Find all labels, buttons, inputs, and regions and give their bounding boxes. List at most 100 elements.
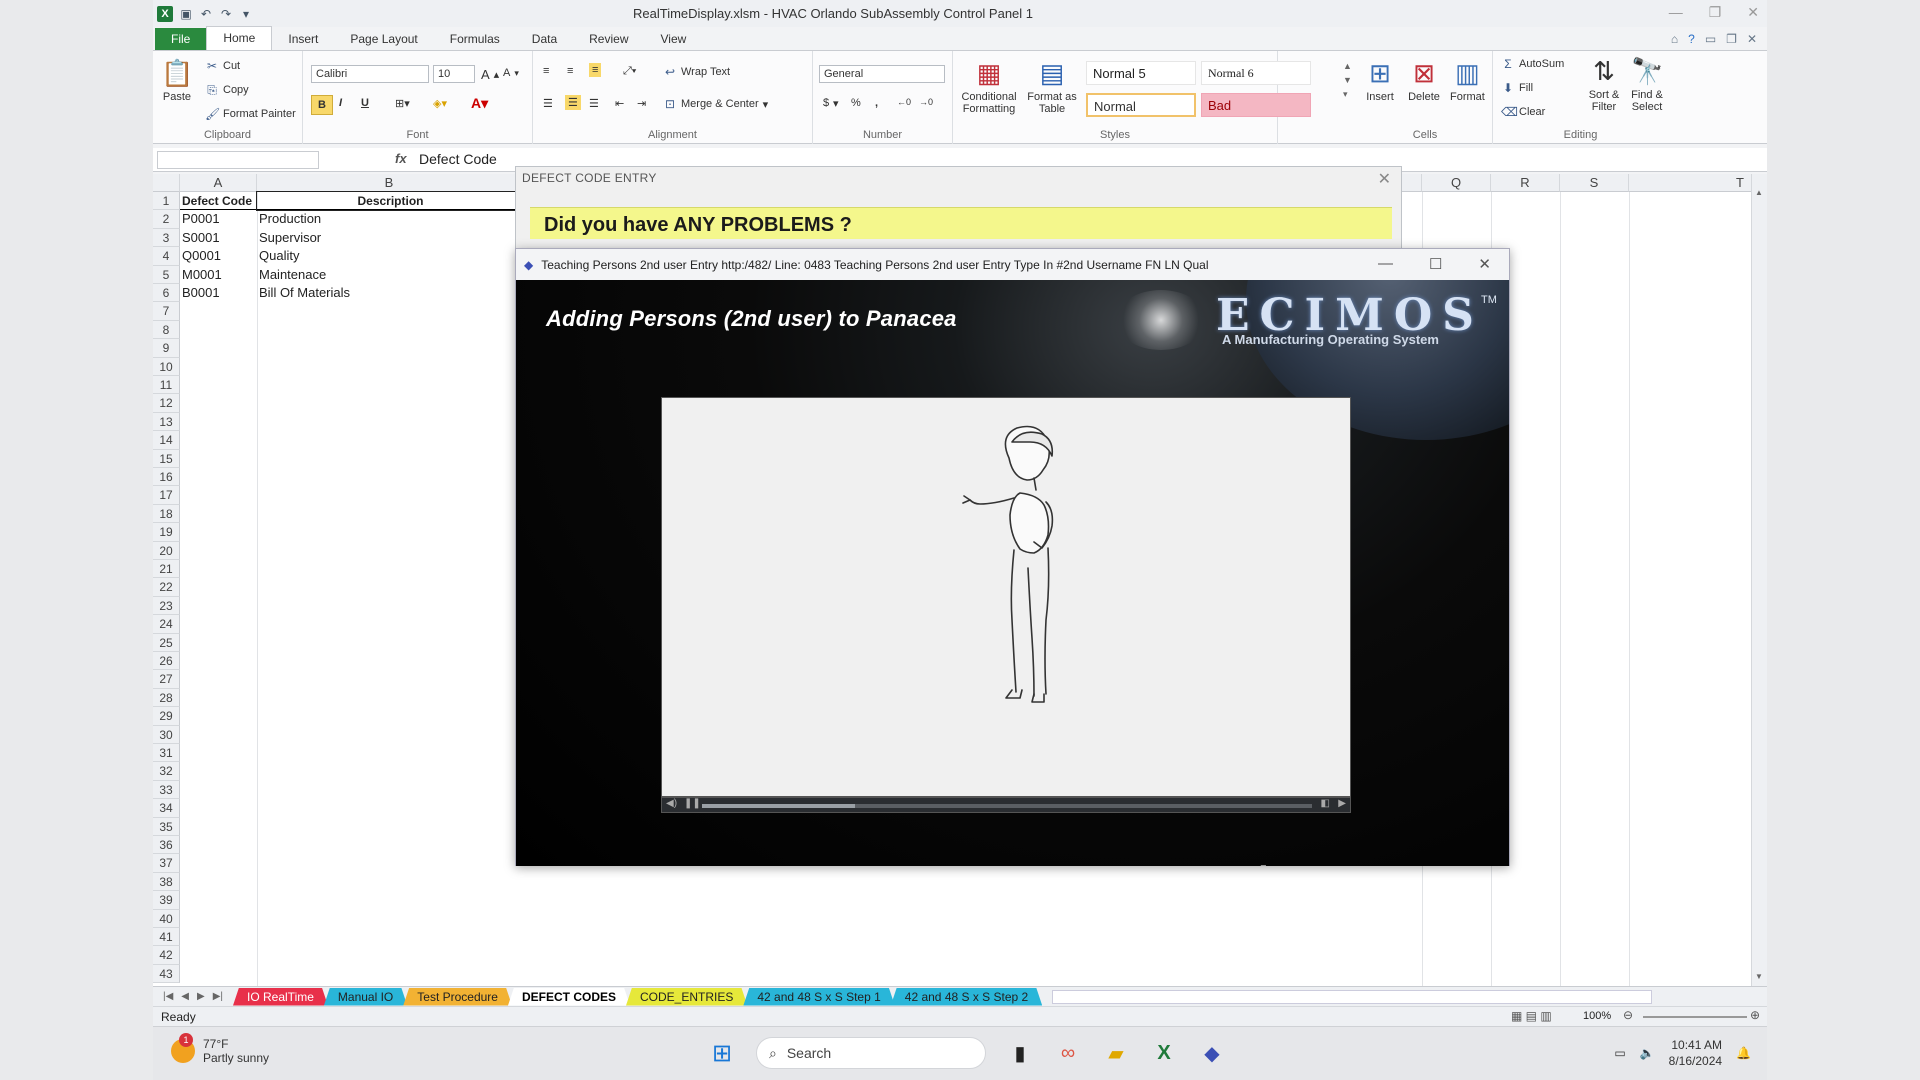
- currency-button[interactable]: $: [823, 97, 829, 109]
- volume-tray-icon[interactable]: 🔈: [1640, 1046, 1655, 1060]
- row-header-21[interactable]: 21: [153, 560, 180, 579]
- sheet-tab-manual-io[interactable]: Manual IO: [324, 988, 407, 1006]
- row-header-41[interactable]: 41: [153, 928, 180, 947]
- fx-icon[interactable]: fx: [395, 151, 407, 166]
- clock[interactable]: 10:41 AM 8/16/2024: [1669, 1037, 1722, 1069]
- row-header-32[interactable]: 32: [153, 762, 180, 781]
- row-header-34[interactable]: 34: [153, 799, 180, 818]
- bold-button[interactable]: B: [311, 95, 333, 115]
- windows-start-icon[interactable]: ⊞: [708, 1039, 736, 1067]
- col-header-t[interactable]: T: [1629, 174, 1753, 192]
- row-header-27[interactable]: 27: [153, 670, 180, 689]
- style-bad[interactable]: Bad: [1201, 93, 1311, 117]
- doc-restore-icon[interactable]: ❐: [1726, 32, 1737, 46]
- sheet-tab-step2[interactable]: 42 and 48 S x S Step 2: [891, 988, 1042, 1006]
- row-header-42[interactable]: 42: [153, 946, 180, 965]
- weather-widget[interactable]: 1 77°F Partly sunny: [171, 1033, 269, 1065]
- row-header-39[interactable]: 39: [153, 891, 180, 910]
- col-header-q[interactable]: Q: [1422, 174, 1491, 192]
- dialog-close-icon[interactable]: ✕: [1378, 169, 1391, 189]
- decrease-decimal-icon[interactable]: →0: [919, 97, 933, 107]
- grow-font-icon[interactable]: A ▴: [481, 67, 499, 82]
- video-close-icon[interactable]: ✕: [1478, 255, 1491, 273]
- sort-filter-button[interactable]: ⇅ Sort & Filter: [1585, 55, 1623, 113]
- view-buttons[interactable]: ▦ ▤ ▥: [1511, 1009, 1552, 1023]
- next-sheet-icon[interactable]: ▶: [197, 991, 205, 1002]
- cell-a4[interactable]: Q0001: [180, 247, 257, 265]
- increase-indent-icon[interactable]: ⇥: [637, 97, 646, 110]
- row-header-13[interactable]: 13: [153, 412, 180, 432]
- row-header-1[interactable]: 1: [153, 192, 180, 211]
- tab-review[interactable]: Review: [573, 28, 644, 50]
- format-cells-button[interactable]: ▥ Format: [1450, 57, 1485, 103]
- redo-icon[interactable]: ↷: [219, 7, 233, 21]
- undo-icon[interactable]: ↶: [199, 7, 213, 21]
- copy-button[interactable]: ⎘ Copy: [205, 83, 249, 97]
- merge-center-button[interactable]: ⊡ Merge & Center ▾: [663, 97, 768, 111]
- tab-page-layout[interactable]: Page Layout: [334, 28, 433, 50]
- prev-sheet-icon[interactable]: ◀: [181, 991, 189, 1002]
- col-header-r[interactable]: R: [1491, 174, 1560, 192]
- cell-a1[interactable]: Defect Code: [180, 192, 257, 210]
- shrink-font-icon[interactable]: A ▾: [503, 67, 519, 79]
- align-right-icon[interactable]: ☰: [589, 97, 599, 110]
- underline-button[interactable]: U: [361, 97, 369, 109]
- network-icon[interactable]: ▭: [1614, 1046, 1625, 1060]
- video-maximize-icon[interactable]: ☐: [1429, 255, 1442, 273]
- font-name-select[interactable]: Calibri: [311, 65, 429, 83]
- row-header-6[interactable]: 6: [153, 284, 180, 303]
- panacea-taskbar-icon[interactable]: ◆: [1198, 1039, 1226, 1067]
- conditional-formatting-button[interactable]: ▦ Conditional Formatting: [957, 57, 1021, 115]
- row-header-4[interactable]: 4: [153, 247, 180, 266]
- zoom-level[interactable]: 100%: [1583, 1010, 1611, 1022]
- tab-data[interactable]: Data: [516, 28, 573, 50]
- font-color-icon[interactable]: A▾: [471, 95, 488, 112]
- row-header-38[interactable]: 38: [153, 872, 180, 892]
- horizontal-scrollbar[interactable]: [1052, 989, 1653, 1004]
- cut-button[interactable]: ✂ Cut: [205, 59, 240, 73]
- orientation-icon[interactable]: ⤢▾: [623, 65, 636, 78]
- style-normal5[interactable]: Normal 5: [1086, 61, 1196, 85]
- row-header-3[interactable]: 3: [153, 228, 180, 248]
- wrap-text-button[interactable]: ↩ Wrap Text: [663, 65, 730, 79]
- row-header-9[interactable]: 9: [153, 339, 180, 358]
- row-header-12[interactable]: 12: [153, 394, 180, 413]
- align-middle-icon[interactable]: ≡: [567, 65, 573, 77]
- row-header-22[interactable]: 22: [153, 578, 180, 597]
- sheet-tab-step1[interactable]: 42 and 48 S x S Step 1: [743, 988, 894, 1006]
- tab-file[interactable]: File: [155, 28, 207, 50]
- tab-insert[interactable]: Insert: [272, 28, 334, 50]
- save-icon[interactable]: ▣: [179, 7, 193, 21]
- row-header-8[interactable]: 8: [153, 320, 180, 340]
- row-header-2[interactable]: 2: [153, 210, 180, 229]
- copilot-icon[interactable]: ∞: [1054, 1039, 1082, 1067]
- zoom-in-icon[interactable]: ⊕: [1750, 1008, 1760, 1022]
- cell-b1[interactable]: Description: [256, 191, 523, 211]
- number-format-select[interactable]: General: [819, 65, 945, 83]
- row-header-35[interactable]: 35: [153, 817, 180, 836]
- excel-taskbar-icon[interactable]: X: [1150, 1039, 1178, 1067]
- col-header-a[interactable]: A: [180, 174, 257, 192]
- row-header-10[interactable]: 10: [153, 357, 180, 376]
- doc-minimize-icon[interactable]: ▭: [1705, 32, 1716, 46]
- last-sheet-icon[interactable]: ▶|: [213, 991, 223, 1002]
- cell-b4[interactable]: Quality: [257, 247, 522, 265]
- fullscreen-icon[interactable]: ▶: [1338, 798, 1346, 809]
- task-view-icon[interactable]: ▮: [1006, 1039, 1034, 1067]
- row-header-33[interactable]: 33: [153, 780, 180, 800]
- style-normal[interactable]: Normal: [1086, 93, 1196, 117]
- paste-button[interactable]: 📋 Paste: [161, 57, 193, 103]
- col-header-s[interactable]: S: [1560, 174, 1629, 192]
- row-header-43[interactable]: 43: [153, 964, 180, 984]
- percent-button[interactable]: %: [851, 97, 861, 109]
- row-header-19[interactable]: 19: [153, 523, 180, 542]
- row-header-24[interactable]: 24: [153, 615, 180, 634]
- zoom-out-icon[interactable]: ⊖: [1623, 1008, 1633, 1022]
- row-header-5[interactable]: 5: [153, 265, 180, 284]
- scroll-up-icon[interactable]: ▲: [1755, 188, 1764, 200]
- first-sheet-icon[interactable]: |◀: [163, 991, 173, 1002]
- find-select-button[interactable]: 🔭 Find & Select: [1627, 55, 1667, 113]
- cell-a6[interactable]: B0001: [180, 284, 257, 302]
- customize-toolbar-icon[interactable]: ▾: [239, 7, 253, 21]
- row-header-37[interactable]: 37: [153, 854, 180, 873]
